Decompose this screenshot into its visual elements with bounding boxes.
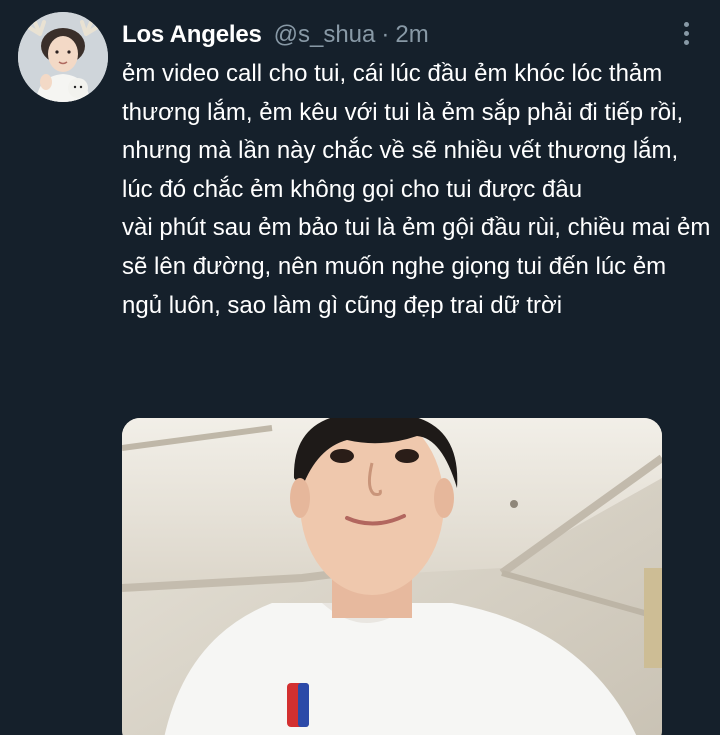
- avatar-photo: [18, 12, 108, 102]
- tweet-photo[interactable]: [122, 418, 662, 735]
- tweet-paragraph: ẻm video call cho tui, cái lúc đầu ẻm kh…: [122, 60, 684, 203]
- user-handle[interactable]: @s_shua: [274, 21, 376, 49]
- separator-dot: ·: [381, 21, 390, 48]
- more-vertical-icon: [683, 21, 689, 27]
- tweet-text: ẻm video call cho tui, cái lúc đầu ẻm kh…: [122, 55, 712, 325]
- more-options-button[interactable]: [674, 18, 698, 48]
- timestamp[interactable]: 2m: [395, 21, 428, 49]
- tweet[interactable]: Los Angeles @s_shua · 2m ẻm video call c…: [0, 0, 720, 735]
- avatar[interactable]: [18, 12, 108, 102]
- selfie-photo: [122, 418, 662, 735]
- tweet-paragraph: vài phút sau ẻm bảo tui là ẻm gội đầu rù…: [122, 214, 711, 319]
- tweet-header: Los Angeles @s_shua · 2m: [122, 18, 429, 52]
- display-name[interactable]: Los Angeles: [122, 21, 262, 49]
